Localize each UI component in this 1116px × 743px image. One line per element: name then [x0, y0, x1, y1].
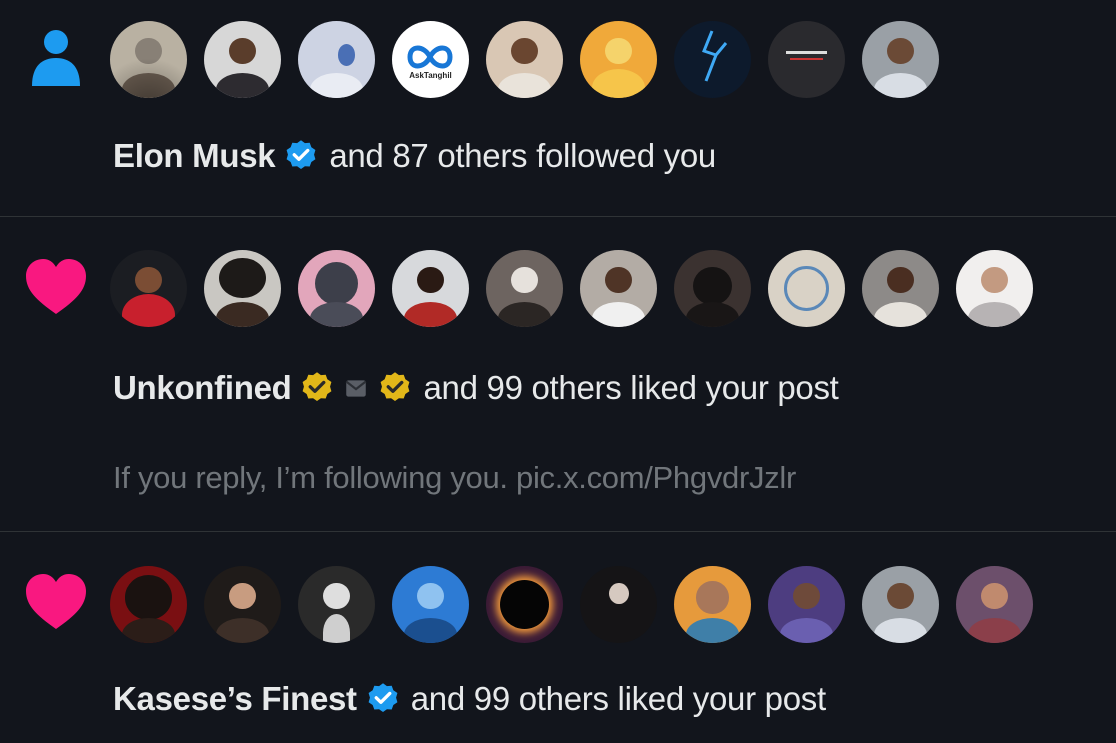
avatar[interactable]	[674, 250, 751, 327]
avatar[interactable]	[204, 250, 281, 327]
avatar[interactable]	[674, 566, 751, 643]
avatar[interactable]	[768, 21, 845, 98]
avatar[interactable]	[580, 21, 657, 98]
avatar[interactable]	[298, 250, 375, 327]
notification-headline: Unkonfined and 99 others liked your post	[113, 368, 839, 408]
heart-icon	[26, 259, 86, 314]
notification-text: and 99 others liked your post	[410, 680, 826, 717]
gold-verified-badge-icon	[303, 372, 332, 402]
avatar[interactable]	[862, 250, 939, 327]
avatar-caption: AskTanghil	[409, 71, 452, 80]
avatar[interactable]	[486, 566, 563, 643]
avatar[interactable]: AskTanghil	[392, 21, 469, 98]
avatar-row: AskTanghil	[110, 21, 939, 101]
avatar[interactable]	[298, 21, 375, 98]
avatar[interactable]	[110, 21, 187, 98]
user-name[interactable]: Kasese’s Finest	[113, 679, 357, 719]
heart-icon	[26, 574, 86, 629]
avatar[interactable]	[674, 21, 751, 98]
avatar[interactable]	[204, 21, 281, 98]
user-name[interactable]: Elon Musk	[113, 136, 276, 176]
avatar[interactable]	[392, 250, 469, 327]
avatar[interactable]	[580, 566, 657, 643]
avatar[interactable]	[486, 250, 563, 327]
avatar[interactable]	[862, 566, 939, 643]
avatar-row	[110, 566, 1033, 646]
post-snippet[interactable]: If you reply, I’m following you. pic.x.c…	[113, 458, 796, 498]
notification-headline: Kasese’s Finest and 99 others liked your…	[113, 679, 826, 719]
avatar[interactable]	[956, 566, 1033, 643]
avatar[interactable]	[862, 21, 939, 98]
avatar[interactable]	[110, 250, 187, 327]
blue-verified-badge-icon	[368, 683, 398, 713]
notification-text: and 99 others liked your post	[423, 369, 839, 406]
avatar[interactable]	[768, 566, 845, 643]
avatar[interactable]	[298, 566, 375, 643]
gold-verified-badge-icon	[381, 372, 410, 402]
avatar[interactable]	[768, 250, 845, 327]
notification-follow[interactable]: AskTanghil Elon Musk and 87 others follo…	[0, 0, 1116, 217]
avatar[interactable]	[956, 250, 1033, 327]
infinity-logo	[407, 45, 453, 69]
avatar-graphic	[702, 30, 728, 82]
notification-text: and 87 others followed you	[329, 137, 716, 174]
user-name[interactable]: Unkonfined	[113, 368, 292, 408]
avatar[interactable]	[580, 250, 657, 327]
avatar[interactable]	[204, 566, 281, 643]
organization-affiliate-icon	[346, 380, 367, 397]
avatar-row	[110, 250, 1033, 330]
person-icon	[32, 30, 80, 86]
notification-like[interactable]: Unkonfined and 99 others liked your post…	[0, 218, 1116, 532]
avatar[interactable]	[486, 21, 563, 98]
blue-verified-badge-icon	[286, 140, 316, 170]
notification-headline: Elon Musk and 87 others followed you	[113, 136, 716, 176]
avatar[interactable]	[110, 566, 187, 643]
avatar[interactable]	[392, 566, 469, 643]
notification-like[interactable]: Kasese’s Finest and 99 others liked your…	[0, 533, 1116, 743]
